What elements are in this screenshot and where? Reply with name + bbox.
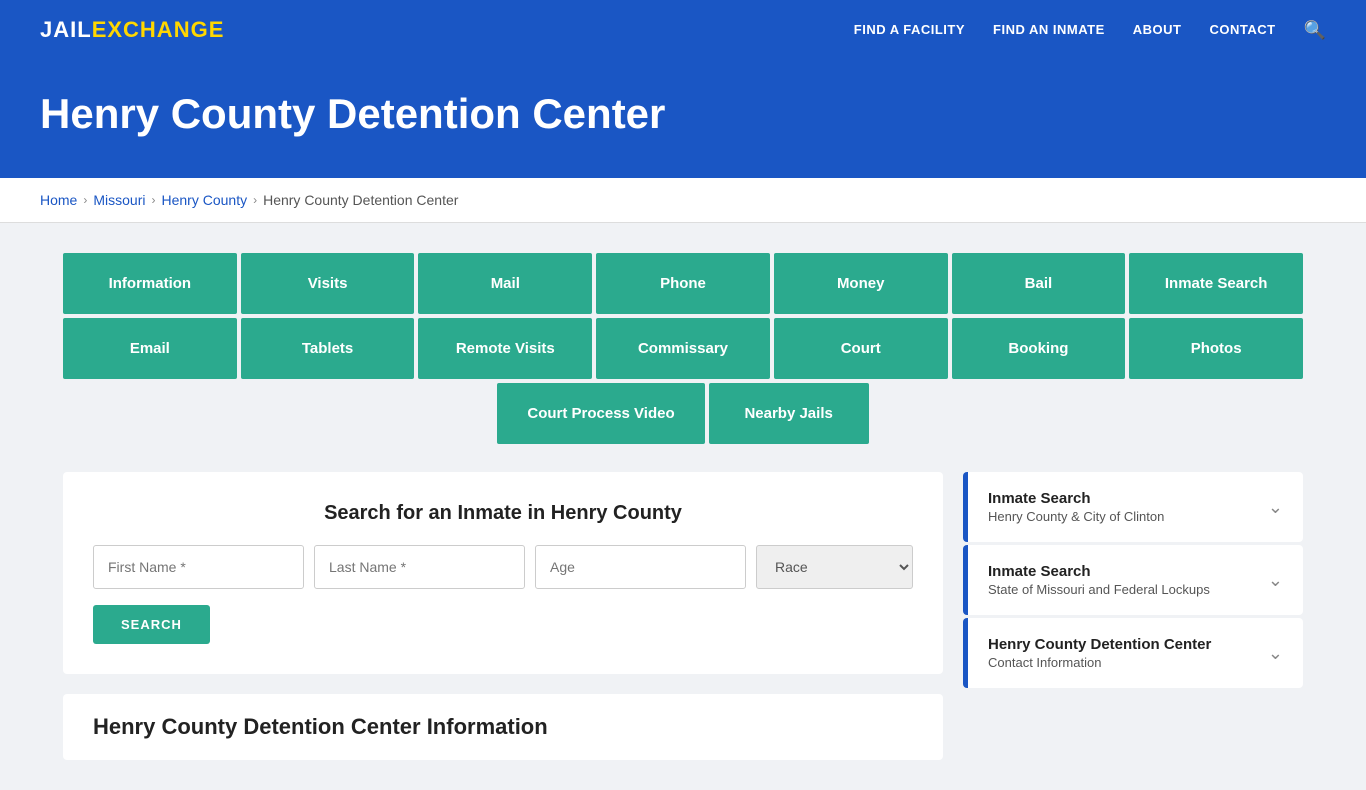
search-title: Search for an Inmate in Henry County bbox=[93, 502, 913, 525]
sidebar-card-2[interactable]: Henry County Detention Center Contact In… bbox=[963, 618, 1303, 688]
btn-nearby-jails[interactable]: Nearby Jails bbox=[709, 383, 869, 444]
sidebar-card-text-0: Inmate Search Henry County & City of Cli… bbox=[988, 490, 1164, 524]
age-input[interactable] bbox=[535, 545, 746, 589]
logo-jail: JAIL bbox=[40, 17, 92, 42]
breadcrumb-sep-1: › bbox=[83, 193, 87, 207]
sidebar-card-text-1: Inmate Search State of Missouri and Fede… bbox=[988, 563, 1210, 597]
page-title: Henry County Detention Center bbox=[40, 90, 1326, 138]
nav-item-inmate[interactable]: FIND AN INMATE bbox=[993, 21, 1105, 39]
breadcrumb-sep-2: › bbox=[151, 193, 155, 207]
last-name-input[interactable] bbox=[314, 545, 525, 589]
chevron-down-icon-2: ⌄ bbox=[1268, 643, 1283, 664]
btn-court-process-video[interactable]: Court Process Video bbox=[497, 383, 704, 444]
nav-search[interactable]: 🔍 bbox=[1304, 20, 1326, 41]
btn-money[interactable]: Money bbox=[774, 253, 948, 314]
main-content: Information Visits Mail Phone Money Bail… bbox=[33, 223, 1333, 790]
btn-bail[interactable]: Bail bbox=[952, 253, 1126, 314]
search-panel: Search for an Inmate in Henry County Rac… bbox=[63, 472, 943, 674]
sidebar-card-title-0: Inmate Search bbox=[988, 490, 1164, 507]
sidebar-card-subtitle-2: Contact Information bbox=[988, 655, 1211, 670]
left-column: Search for an Inmate in Henry County Rac… bbox=[63, 472, 943, 760]
site-logo[interactable]: JAILEXCHANGE bbox=[40, 17, 224, 43]
breadcrumb-current: Henry County Detention Center bbox=[263, 192, 458, 208]
button-grid-row1: Information Visits Mail Phone Money Bail… bbox=[63, 253, 1303, 314]
sidebar-card-title-2: Henry County Detention Center bbox=[988, 636, 1211, 653]
button-grid-row2: Email Tablets Remote Visits Commissary C… bbox=[63, 318, 1303, 379]
btn-remote-visits[interactable]: Remote Visits bbox=[418, 318, 592, 379]
btn-commissary[interactable]: Commissary bbox=[596, 318, 770, 379]
hero-section: Henry County Detention Center bbox=[0, 60, 1366, 178]
sidebar: Inmate Search Henry County & City of Cli… bbox=[963, 472, 1303, 691]
nav-link-contact[interactable]: CONTACT bbox=[1209, 22, 1275, 37]
btn-visits[interactable]: Visits bbox=[241, 253, 415, 314]
search-button[interactable]: SEARCH bbox=[93, 605, 210, 644]
btn-email[interactable]: Email bbox=[63, 318, 237, 379]
sidebar-card-subtitle-1: State of Missouri and Federal Lockups bbox=[988, 582, 1210, 597]
chevron-down-icon-0: ⌄ bbox=[1268, 497, 1283, 518]
race-select[interactable]: Race White Black Hispanic Asian Other bbox=[756, 545, 913, 589]
nav-link-inmate[interactable]: FIND AN INMATE bbox=[993, 22, 1105, 37]
sidebar-card-title-1: Inmate Search bbox=[988, 563, 1210, 580]
sidebar-card-1[interactable]: Inmate Search State of Missouri and Fede… bbox=[963, 545, 1303, 615]
btn-photos[interactable]: Photos bbox=[1129, 318, 1303, 379]
breadcrumb-home[interactable]: Home bbox=[40, 192, 77, 208]
nav-link-about[interactable]: ABOUT bbox=[1133, 22, 1182, 37]
chevron-down-icon-1: ⌄ bbox=[1268, 570, 1283, 591]
search-form-row: Race White Black Hispanic Asian Other bbox=[93, 545, 913, 589]
btn-mail[interactable]: Mail bbox=[418, 253, 592, 314]
breadcrumb-bar: Home › Missouri › Henry County › Henry C… bbox=[0, 178, 1366, 223]
sidebar-card-subtitle-0: Henry County & City of Clinton bbox=[988, 509, 1164, 524]
info-section: Henry County Detention Center Informatio… bbox=[63, 694, 943, 760]
button-grid-row3: Court Process Video Nearby Jails bbox=[63, 383, 1303, 444]
nav-menu: FIND A FACILITY FIND AN INMATE ABOUT CON… bbox=[854, 20, 1326, 41]
sidebar-card-0[interactable]: Inmate Search Henry County & City of Cli… bbox=[963, 472, 1303, 542]
breadcrumb-sep-3: › bbox=[253, 193, 257, 207]
btn-inmate-search[interactable]: Inmate Search bbox=[1129, 253, 1303, 314]
first-name-input[interactable] bbox=[93, 545, 304, 589]
btn-court[interactable]: Court bbox=[774, 318, 948, 379]
btn-information[interactable]: Information bbox=[63, 253, 237, 314]
btn-tablets[interactable]: Tablets bbox=[241, 318, 415, 379]
lower-section: Search for an Inmate in Henry County Rac… bbox=[63, 472, 1303, 760]
nav-item-facility[interactable]: FIND A FACILITY bbox=[854, 21, 965, 39]
nav-item-contact[interactable]: CONTACT bbox=[1209, 21, 1275, 39]
navbar: JAILEXCHANGE FIND A FACILITY FIND AN INM… bbox=[0, 0, 1366, 60]
breadcrumb: Home › Missouri › Henry County › Henry C… bbox=[40, 192, 1326, 208]
logo-exchange: EXCHANGE bbox=[92, 17, 225, 42]
sidebar-card-text-2: Henry County Detention Center Contact In… bbox=[988, 636, 1211, 670]
nav-link-facility[interactable]: FIND A FACILITY bbox=[854, 22, 965, 37]
breadcrumb-county[interactable]: Henry County bbox=[161, 192, 247, 208]
search-icon-button[interactable]: 🔍 bbox=[1304, 20, 1326, 41]
breadcrumb-missouri[interactable]: Missouri bbox=[93, 192, 145, 208]
nav-item-about[interactable]: ABOUT bbox=[1133, 21, 1182, 39]
btn-booking[interactable]: Booking bbox=[952, 318, 1126, 379]
btn-phone[interactable]: Phone bbox=[596, 253, 770, 314]
info-title: Henry County Detention Center Informatio… bbox=[93, 714, 913, 740]
